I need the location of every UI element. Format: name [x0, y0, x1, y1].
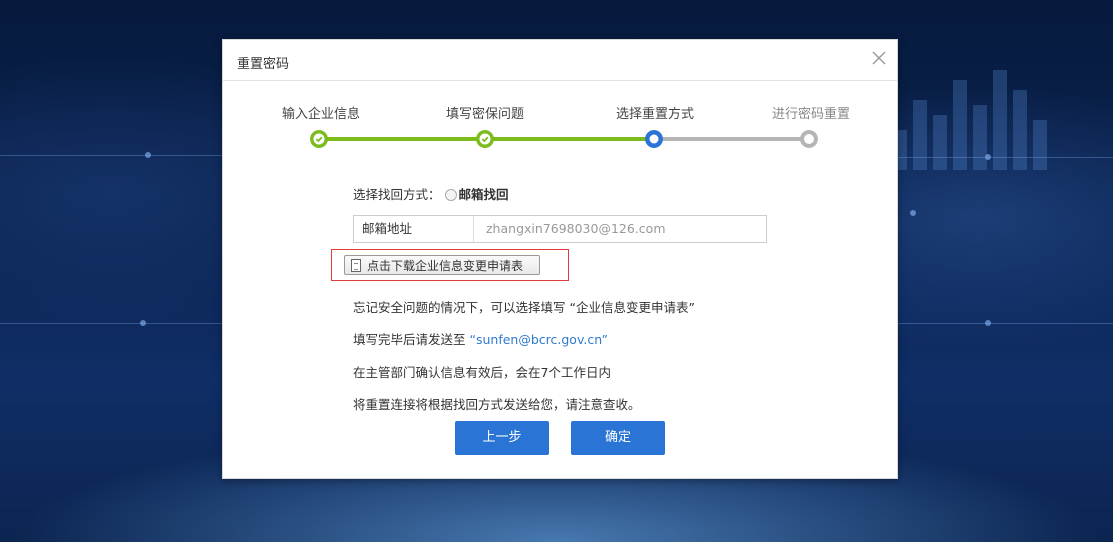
- progress-segment-pending: [654, 137, 809, 141]
- recovery-method-label: 选择找回方式：: [353, 187, 441, 202]
- confirm-button[interactable]: 确定: [571, 421, 665, 455]
- download-form-button[interactable]: 点击下载企业信息变更申请表: [344, 255, 540, 275]
- step-done-check-icon: [310, 130, 328, 148]
- background-bar-graphic: [893, 60, 1053, 170]
- contact-email-link[interactable]: “sunfen@bcrc.gov.cn”: [470, 332, 608, 347]
- email-field[interactable]: 邮箱地址 zhangxin7698030@126.com: [353, 215, 767, 243]
- background-line: [896, 157, 1113, 158]
- background-dot: [910, 210, 916, 216]
- dialog-title: 重置密码: [237, 57, 290, 72]
- reset-password-dialog: 重置密码 输入企业信息 填写密保问题 选择重置方式 进行密码重置 选择找回方式：…: [222, 39, 898, 479]
- info-line-3: 在主管部门确认信息有效后，会在7个工作日内: [353, 365, 611, 380]
- step-label-2: 填写密保问题: [445, 107, 524, 122]
- email-field-value: zhangxin7698030@126.com: [486, 221, 666, 236]
- step-progress: [309, 130, 819, 148]
- step-done-check-icon: [476, 130, 494, 148]
- dialog-content: 选择找回方式： 邮箱找回 邮箱地址 zhangxin7698030@126.com…: [331, 185, 783, 412]
- info-line-1: 忘记安全问题的情况下，可以选择填写 “企业信息变更申请表”: [353, 300, 695, 315]
- info-line-2: 填写完毕后请发送至 “sunfen@bcrc.gov.cn”: [353, 329, 608, 348]
- step-label-4: 进行密码重置: [771, 107, 850, 122]
- progress-segment-done: [319, 137, 484, 141]
- info-line-4: 将重置连接将根据找回方式发送给您，请注意查收。: [353, 397, 641, 412]
- dialog-header: 重置密码: [223, 40, 897, 81]
- email-recovery-radio[interactable]: [444, 188, 457, 201]
- step-label-1: 输入企业信息: [281, 107, 360, 122]
- step-label-3: 选择重置方式: [615, 107, 694, 122]
- document-icon: [351, 259, 361, 272]
- email-recovery-option-label: 邮箱找回: [458, 187, 509, 202]
- download-form-label: 点击下载企业信息变更申请表: [367, 259, 524, 273]
- info-line-2-text: 填写完毕后请发送至: [353, 332, 466, 347]
- step-current-icon: [645, 130, 663, 148]
- recovery-method-row: 选择找回方式： 邮箱找回: [353, 185, 783, 205]
- background-line: [0, 155, 222, 156]
- close-icon[interactable]: [869, 48, 889, 68]
- background-line: [0, 323, 222, 324]
- email-field-label: 邮箱地址: [354, 216, 474, 242]
- previous-step-button[interactable]: 上一步: [455, 421, 549, 455]
- step-pending-icon: [800, 130, 818, 148]
- background-line: [896, 323, 1113, 324]
- progress-segment-done: [484, 137, 654, 141]
